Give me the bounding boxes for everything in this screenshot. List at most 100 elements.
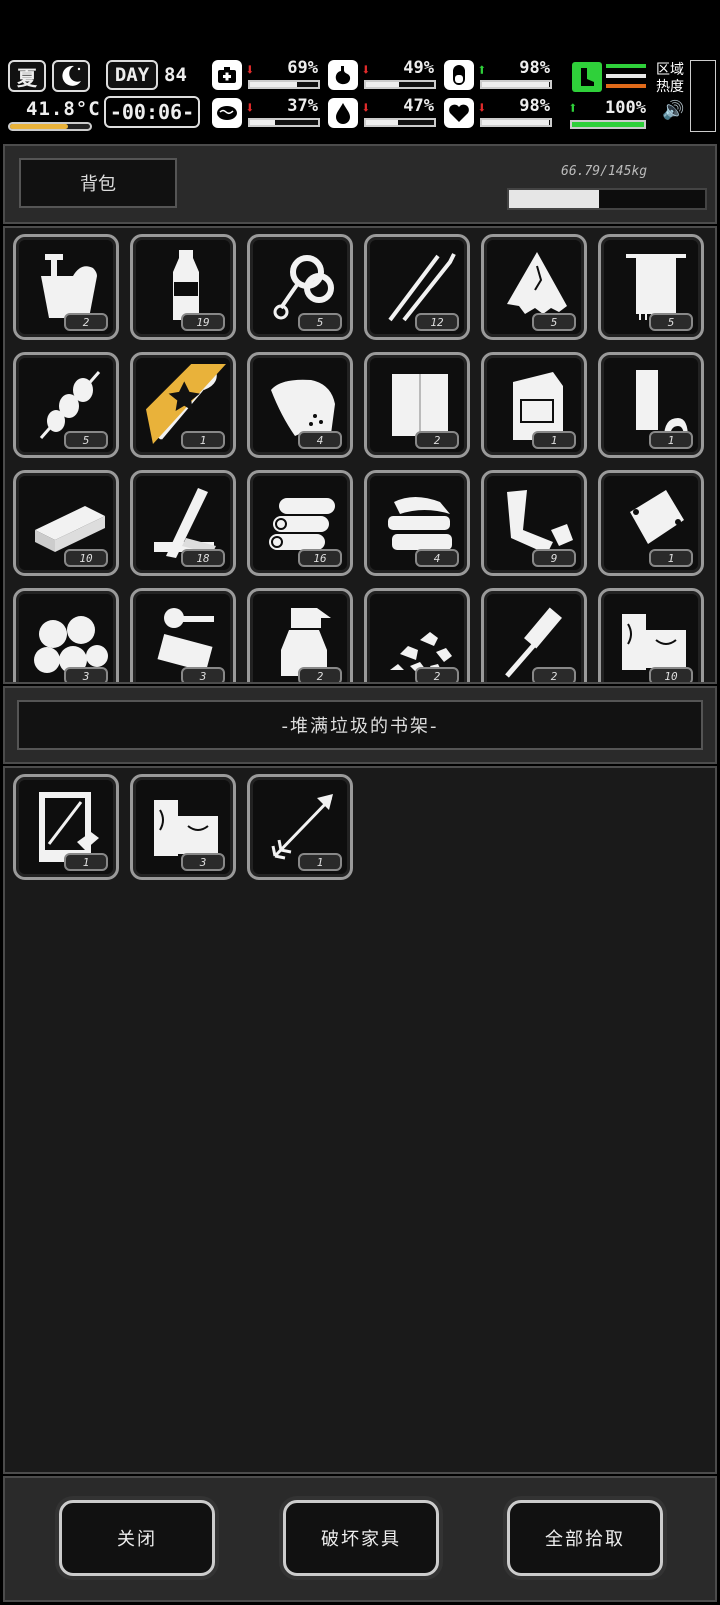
- container-item-slot[interactable]: 1: [247, 774, 353, 880]
- stat-bar: [248, 118, 320, 127]
- season-label: 夏: [17, 65, 37, 90]
- stat-bar-fill: [250, 120, 276, 125]
- down-arrow-icon: ⬇: [477, 98, 487, 117]
- day-label: DAY: [114, 64, 150, 86]
- item-count: 9: [532, 549, 576, 567]
- item-count: 1: [64, 853, 108, 871]
- weight-text: 66.79/145kg: [561, 164, 648, 179]
- destroy-furniture-label: 破坏家具: [321, 1529, 401, 1550]
- item-count: 10: [64, 549, 108, 567]
- item-count: 1: [649, 549, 693, 567]
- stat-value: 69%: [287, 58, 318, 78]
- backpack-item-slot[interactable]: 12: [364, 234, 470, 340]
- item-count: 5: [649, 313, 693, 331]
- stamina-line: [606, 64, 646, 68]
- take-all-button[interactable]: 全部拾取: [507, 1500, 663, 1576]
- item-count: 4: [415, 549, 459, 567]
- item-count: 16: [298, 549, 342, 567]
- container-items: 1 3 1: [13, 774, 704, 880]
- stat-stomach: ⬇ 49%: [328, 58, 440, 92]
- backpack-item-slot[interactable]: 4: [364, 470, 470, 576]
- item-count: 10: [649, 667, 693, 682]
- temperature-bar-fill: [10, 124, 68, 129]
- medkit-icon: [212, 60, 242, 90]
- take-all-label: 全部拾取: [545, 1529, 625, 1550]
- stat-medkit: ⬇ 69%: [212, 58, 324, 92]
- backpack-item-slot[interactable]: 1: [598, 470, 704, 576]
- stat-value: 98%: [519, 58, 550, 78]
- backpack-item-slot[interactable]: 3: [130, 588, 236, 682]
- backpack-item-slot[interactable]: 19: [130, 234, 236, 340]
- backpack-tab[interactable]: 背包: [19, 158, 177, 208]
- item-count: 1: [298, 853, 342, 871]
- backpack-item-slot[interactable]: 3: [13, 588, 119, 682]
- backpack-header: 背包 66.79/145kg: [3, 144, 717, 224]
- backpack-item-slot[interactable]: 2: [364, 588, 470, 682]
- backpack-item-slot[interactable]: 18: [130, 470, 236, 576]
- backpack-item-slot[interactable]: 4: [247, 352, 353, 458]
- stat-value: 49%: [403, 58, 434, 78]
- boot-icon: [572, 62, 602, 92]
- down-arrow-icon: ⬇: [361, 98, 371, 117]
- backpack-item-slot[interactable]: 1: [481, 352, 587, 458]
- backpack-item-slot[interactable]: 10: [13, 470, 119, 576]
- backpack-item-slot[interactable]: 2: [364, 352, 470, 458]
- down-arrow-icon: ⬇: [361, 60, 371, 79]
- container-header: -堆满垃圾的书架-: [3, 686, 717, 764]
- container-grid[interactable]: 1 3 1: [3, 766, 717, 1474]
- backpack-item-slot[interactable]: 1: [598, 352, 704, 458]
- backpack-items: 2 19 5 12 5 5 5 1 4 2 1 1 10 18 16 4 9 1 3 3 2 2 2 10: [13, 234, 704, 682]
- item-count: 18: [181, 549, 225, 567]
- stat-bar-fill: [250, 82, 297, 87]
- backpack-item-slot[interactable]: 16: [247, 470, 353, 576]
- pill-icon: [444, 60, 474, 90]
- stat-bar: [480, 80, 552, 89]
- status-hud: 夏 41.8°C DAY 84 -00:06- ⬇ 69% ⬇ 49% ⬆ 98% ⬇ 37%…: [0, 56, 720, 136]
- stamina-lines: [606, 64, 646, 94]
- brain-icon: [212, 98, 242, 128]
- stat-bar-fill: [482, 120, 549, 125]
- temperature-value: 41.8°C: [26, 98, 101, 120]
- close-button[interactable]: 关闭: [59, 1500, 215, 1576]
- backpack-item-slot[interactable]: 9: [481, 470, 587, 576]
- container-item-slot[interactable]: 3: [130, 774, 236, 880]
- stat-bar: [480, 118, 552, 127]
- backpack-item-slot[interactable]: 2: [247, 588, 353, 682]
- stat-bar-fill: [366, 120, 398, 125]
- backpack-item-slot[interactable]: 5: [247, 234, 353, 340]
- backpack-item-slot[interactable]: 2: [481, 588, 587, 682]
- item-count: 1: [532, 431, 576, 449]
- backpack-item-slot[interactable]: 5: [598, 234, 704, 340]
- down-arrow-icon: ⬇: [245, 98, 255, 117]
- item-count: 5: [298, 313, 342, 331]
- backpack-item-slot[interactable]: 10: [598, 588, 704, 682]
- backpack-item-slot[interactable]: 5: [13, 352, 119, 458]
- container-item-slot[interactable]: 1: [13, 774, 119, 880]
- day-number: 84: [164, 64, 187, 86]
- stat-pill: ⬆ 98%: [444, 58, 556, 92]
- action-bar: 关闭 破坏家具 全部拾取: [3, 1476, 717, 1602]
- backpack-title: 背包: [80, 174, 116, 195]
- backpack-grid[interactable]: 2 19 5 12 5 5 5 1 4 2 1 1 10 18 16 4 9 1 3 3 2 2 2 10: [3, 226, 717, 684]
- stamina-value: 100%: [605, 98, 646, 118]
- container-title: -堆满垃圾的书架-: [17, 700, 703, 750]
- backpack-item-slot[interactable]: 5: [481, 234, 587, 340]
- speaker-icon[interactable]: 🔊: [662, 100, 684, 121]
- item-count: 1: [181, 431, 225, 449]
- item-count: 2: [532, 667, 576, 682]
- region-heat-meter: [690, 60, 716, 132]
- item-count: 1: [649, 431, 693, 449]
- item-count: 5: [64, 431, 108, 449]
- stomach-icon: [328, 60, 358, 90]
- stamina-bar-fill: [572, 122, 644, 127]
- stat-water-drop: ⬇ 47%: [328, 96, 440, 130]
- up-arrow-icon: ⬆: [477, 60, 487, 79]
- backpack-item-slot[interactable]: 2: [13, 234, 119, 340]
- down-arrow-icon: ⬇: [245, 60, 255, 79]
- container-title-text: -堆满垃圾的书架-: [281, 716, 439, 737]
- item-count: 2: [415, 667, 459, 682]
- backpack-item-slot[interactable]: 1: [130, 352, 236, 458]
- destroy-furniture-button[interactable]: 破坏家具: [283, 1500, 439, 1576]
- stamina-bar: [570, 120, 646, 129]
- stamina-line: [606, 74, 646, 78]
